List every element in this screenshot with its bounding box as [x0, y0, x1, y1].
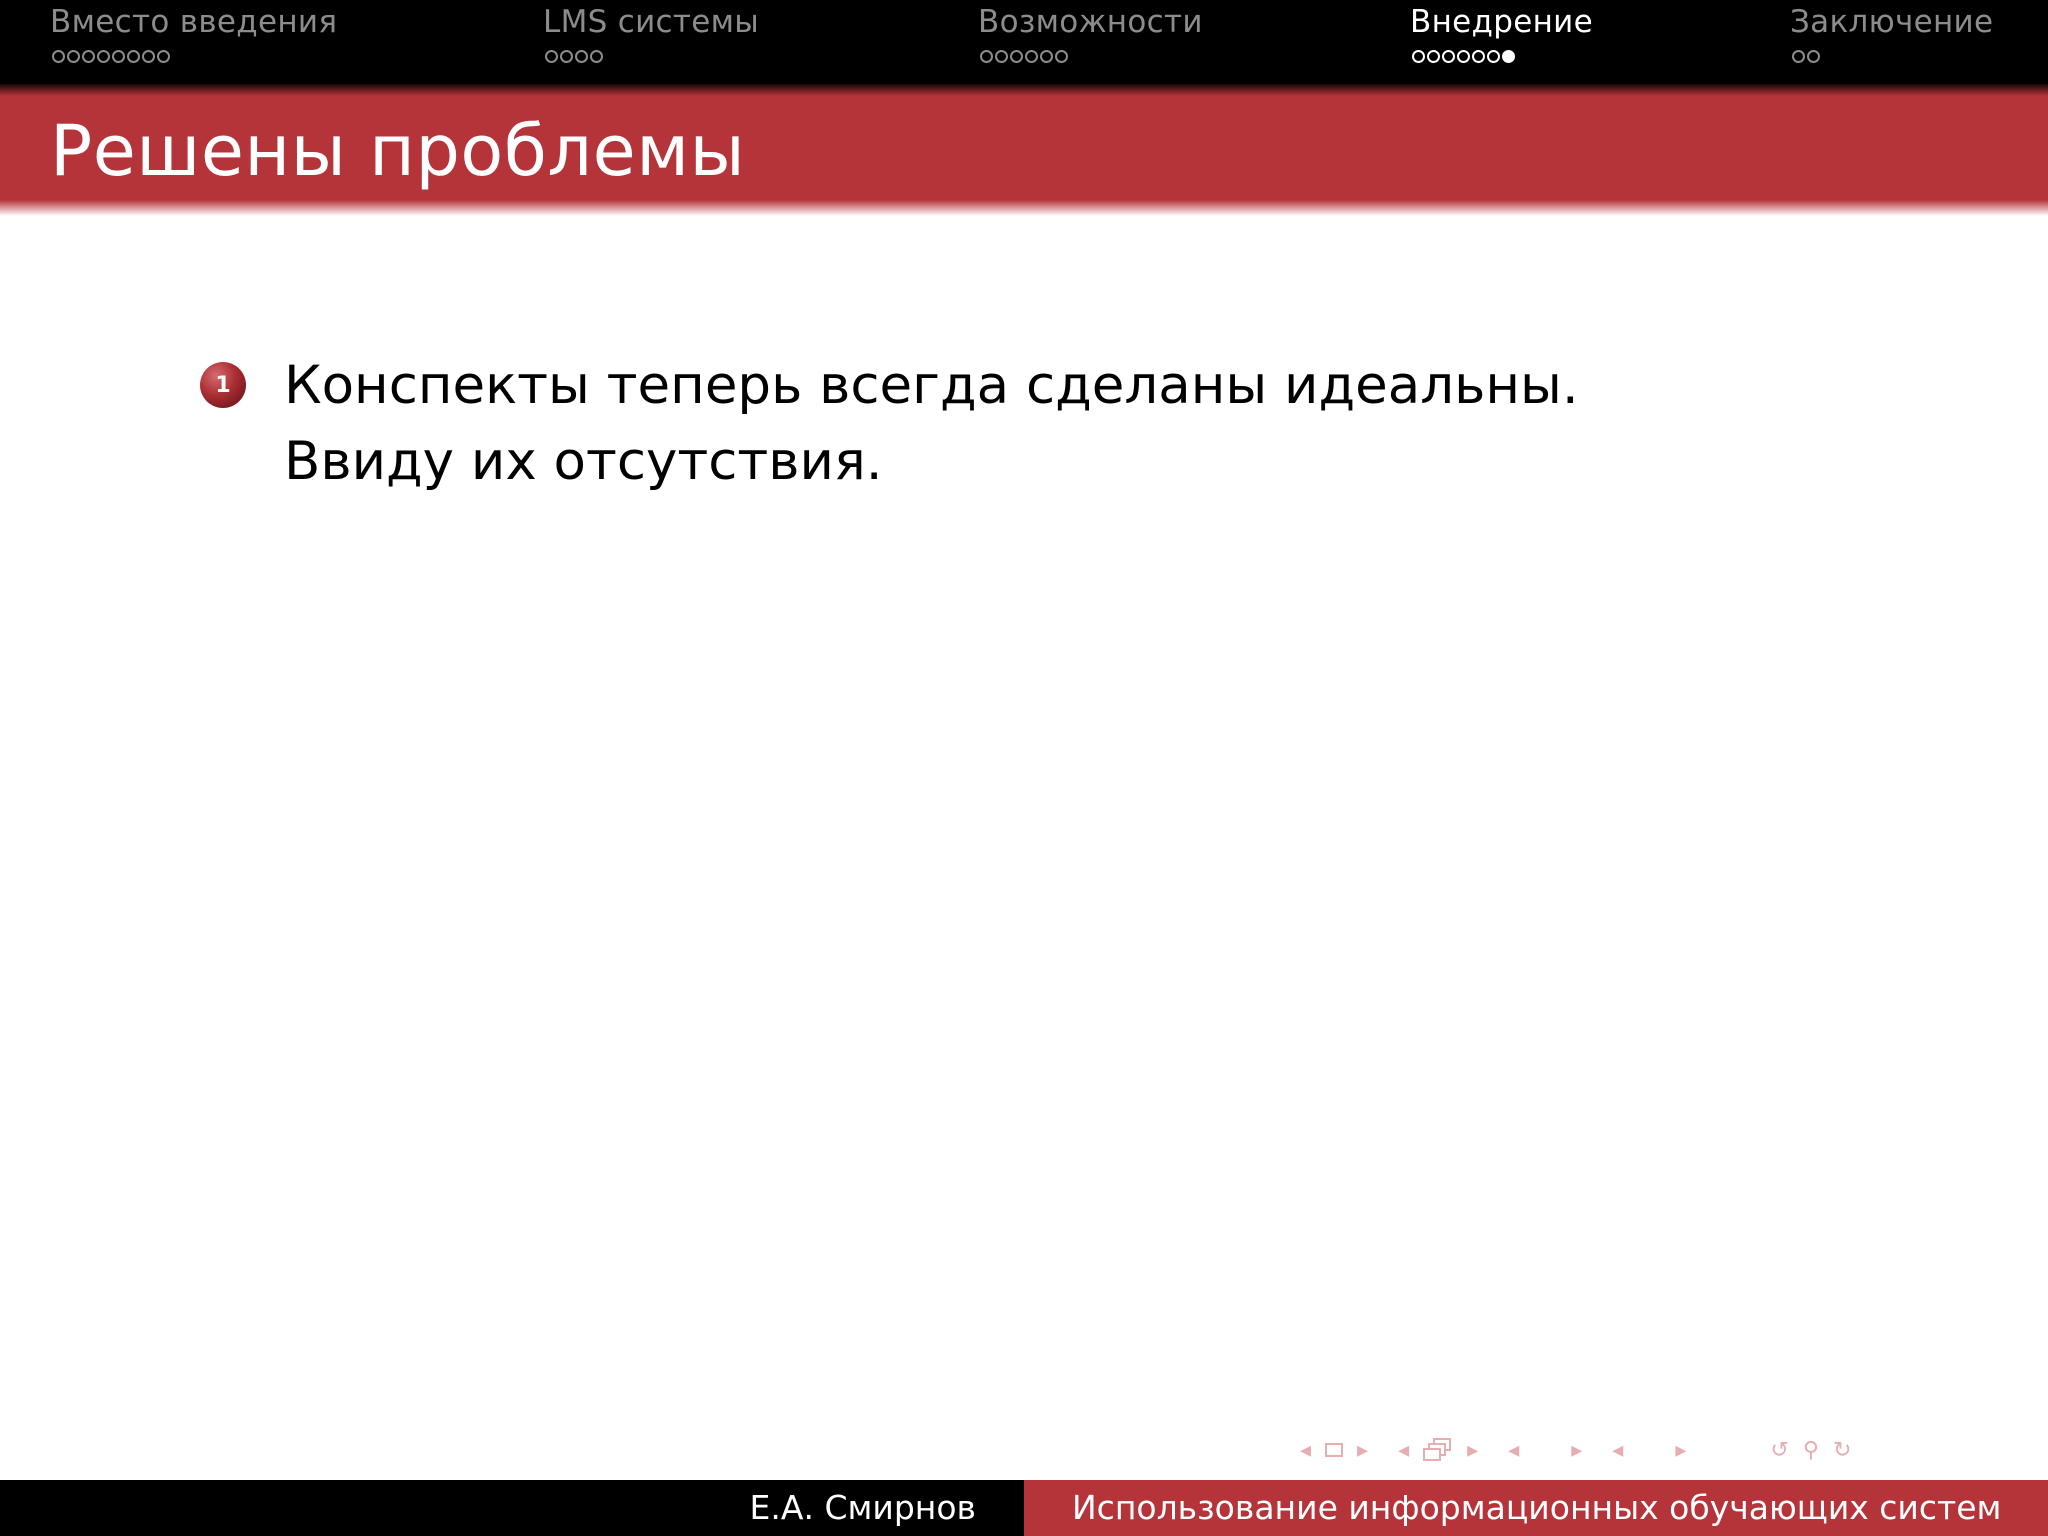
- nav-frame-dot[interactable]: [82, 50, 95, 63]
- nav-section-title[interactable]: Вместо введения: [50, 4, 337, 40]
- nav-frame-dot[interactable]: [1457, 50, 1470, 63]
- nav-frame-dot[interactable]: [67, 50, 80, 63]
- nav-frame-dot[interactable]: [1502, 50, 1515, 63]
- section-icon[interactable]: [1637, 1440, 1661, 1460]
- nav-frame-dot[interactable]: [1807, 50, 1820, 63]
- next-slide-arrow-icon[interactable]: ▸: [1357, 1438, 1368, 1463]
- navigation-symbols: ◂ ▸ ◂ ▸ ◂ ▸ ◂ ▸ ↺ ⚲ ↻: [1300, 1432, 2040, 1468]
- frame-title-bar: Решены проблемы: [0, 84, 2048, 216]
- nav-frame-dot[interactable]: [545, 50, 558, 63]
- nav-frame-dot[interactable]: [995, 50, 1008, 63]
- navigation-bar: Вместо введения LMS системы Возможности …: [0, 0, 2048, 88]
- nav-frame-dot[interactable]: [980, 50, 993, 63]
- nav-section-title[interactable]: Внедрение: [1410, 4, 1593, 40]
- footer-author: Е.А. Смирнов: [749, 1488, 976, 1527]
- nav-section-title[interactable]: Возможности: [978, 4, 1203, 40]
- forward-icon[interactable]: ↻: [1833, 1438, 1851, 1463]
- frame-icon[interactable]: [1423, 1438, 1453, 1462]
- nav-frame-dot[interactable]: [1055, 50, 1068, 63]
- nav-frame-dot[interactable]: [112, 50, 125, 63]
- nav-frame-dot[interactable]: [157, 50, 170, 63]
- nav-section-title[interactable]: LMS системы: [543, 4, 759, 40]
- prev-slide-arrow-icon[interactable]: ◂: [1300, 1438, 1311, 1463]
- subsection-icon[interactable]: [1533, 1440, 1557, 1460]
- footer-talk-title: Использование информационных обучающих с…: [1024, 1480, 2048, 1536]
- nav-section-dots: [1412, 50, 1515, 63]
- next-frame-arrow-icon[interactable]: ▸: [1467, 1438, 1478, 1463]
- nav-frame-dot[interactable]: [590, 50, 603, 63]
- prev-frame-arrow-icon[interactable]: ◂: [1398, 1438, 1409, 1463]
- item-number-ball: 1: [200, 362, 246, 408]
- nav-frame-dot[interactable]: [1412, 50, 1425, 63]
- list-item: 1 Конспекты теперь всегда сделаны идеаль…: [200, 348, 1800, 500]
- nav-section-dots: [1792, 50, 1820, 63]
- prev-subsection-arrow-icon[interactable]: ◂: [1508, 1438, 1519, 1463]
- nav-frame-dot[interactable]: [1792, 50, 1805, 63]
- nav-frame-dot[interactable]: [1010, 50, 1023, 63]
- nav-frame-dot[interactable]: [560, 50, 573, 63]
- nav-frame-dot[interactable]: [1040, 50, 1053, 63]
- nav-frame-dot[interactable]: [1442, 50, 1455, 63]
- search-icon[interactable]: ⚲: [1803, 1438, 1819, 1463]
- slide-icon[interactable]: [1325, 1443, 1344, 1457]
- back-icon[interactable]: ↺: [1770, 1438, 1788, 1463]
- nav-frame-dot[interactable]: [1487, 50, 1500, 63]
- nav-frame-dot[interactable]: [52, 50, 65, 63]
- prev-section-arrow-icon[interactable]: ◂: [1612, 1438, 1623, 1463]
- list-item-text: Конспекты теперь всегда сделаны идеальны…: [284, 355, 1579, 492]
- nav-frame-dot[interactable]: [1025, 50, 1038, 63]
- nav-frame-dot[interactable]: [142, 50, 155, 63]
- next-subsection-arrow-icon[interactable]: ▸: [1571, 1438, 1582, 1463]
- nav-frame-dot[interactable]: [1472, 50, 1485, 63]
- frame-title: Решены проблемы: [50, 110, 746, 192]
- enumerated-list: 1 Конспекты теперь всегда сделаны идеаль…: [200, 348, 1800, 500]
- nav-section-title[interactable]: Заключение: [1790, 4, 1993, 40]
- next-section-arrow-icon[interactable]: ▸: [1675, 1438, 1686, 1463]
- nav-section-dots: [545, 50, 603, 63]
- footer-bar: Е.А. Смирнов Использование информационны…: [0, 1480, 2048, 1536]
- nav-frame-dot[interactable]: [127, 50, 140, 63]
- nav-frame-dot[interactable]: [575, 50, 588, 63]
- document-icon[interactable]: [1716, 1440, 1740, 1460]
- nav-section-dots: [980, 50, 1068, 63]
- nav-section-dots: [52, 50, 170, 63]
- nav-frame-dot[interactable]: [97, 50, 110, 63]
- nav-frame-dot[interactable]: [1427, 50, 1440, 63]
